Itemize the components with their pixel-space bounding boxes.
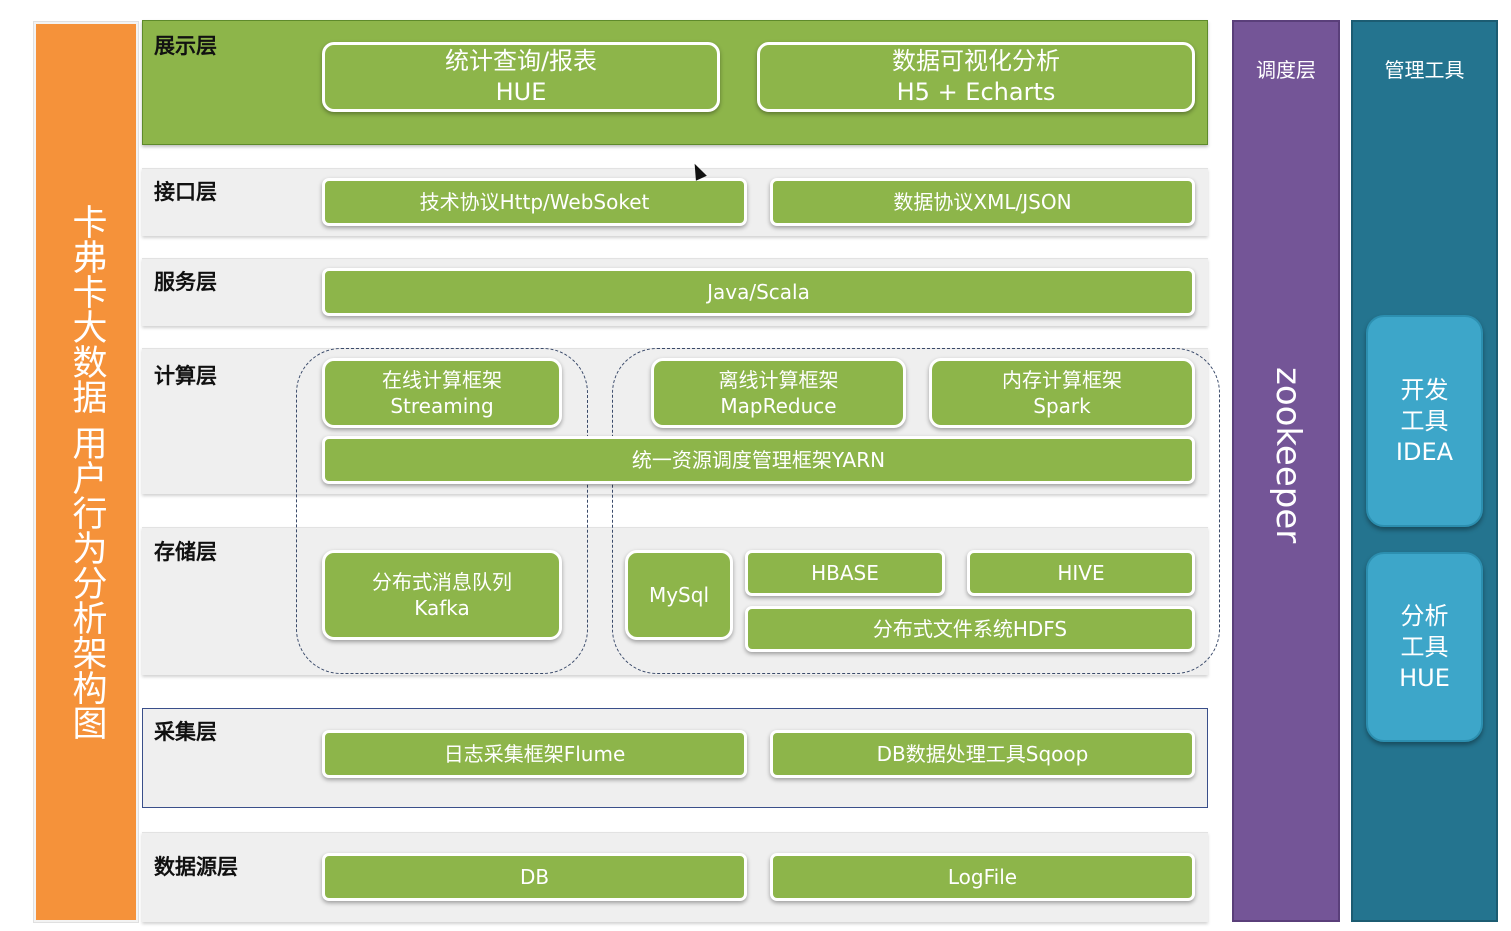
interface-box-data: 数据协议XML/JSON xyxy=(770,178,1195,226)
compute-box-mapreduce-title: 离线计算框架 xyxy=(718,368,839,392)
collect-layer-label: 采集层 xyxy=(154,720,217,744)
display-box-report-title: 统计查询/报表 xyxy=(444,47,598,75)
compute-box-mapreduce: 离线计算框架 MapReduce xyxy=(651,358,906,428)
interface-layer-label: 接口层 xyxy=(154,180,217,204)
tool-box-idea: 开发 工具 IDEA xyxy=(1366,315,1483,527)
tool-box-idea-line2: 工具 xyxy=(1400,406,1449,435)
compute-box-yarn: 统一资源调度管理框架YARN xyxy=(322,436,1195,484)
architecture-title: 卡弗卡大数据 用户行为分析架构图 xyxy=(66,203,107,741)
compute-layer-label: 计算层 xyxy=(154,364,217,388)
compute-box-spark-sub: Spark xyxy=(1033,394,1091,418)
tool-box-hue-line1: 分析 xyxy=(1400,601,1449,630)
interface-box-tech: 技术协议Http/WebSoket xyxy=(322,178,747,226)
tool-box-idea-line3: IDEA xyxy=(1395,437,1454,466)
management-title: 管理工具 xyxy=(1384,58,1465,82)
service-layer-label: 服务层 xyxy=(154,270,217,294)
scheduler-column: 调度层 zookeeper xyxy=(1232,20,1340,922)
compute-box-spark: 内存计算框架 Spark xyxy=(929,358,1195,428)
scheduler-title: 调度层 xyxy=(1256,58,1316,82)
source-box-db: DB xyxy=(322,853,747,901)
display-box-report-sub: HUE xyxy=(495,78,547,106)
storage-box-mysql: MySql xyxy=(625,550,733,640)
compute-box-streaming-sub: Streaming xyxy=(390,394,494,418)
compute-box-mapreduce-sub: MapReduce xyxy=(720,394,837,418)
collect-box-flume: 日志采集框架Flume xyxy=(322,730,747,778)
display-box-visual-sub: H5 + Echarts xyxy=(896,78,1056,106)
storage-box-kafka: 分布式消息队列 Kafka xyxy=(322,550,562,640)
compute-box-streaming-title: 在线计算框架 xyxy=(382,368,502,392)
tool-box-idea-line1: 开发 xyxy=(1400,375,1449,404)
storage-box-hdfs: 分布式文件系统HDFS xyxy=(745,606,1195,652)
tool-box-hue-line2: 工具 xyxy=(1400,632,1449,661)
source-layer-label: 数据源层 xyxy=(154,855,238,879)
architecture-title-panel: 卡弗卡大数据 用户行为分析架构图 xyxy=(34,22,138,922)
compute-box-spark-title: 内存计算框架 xyxy=(1002,368,1122,392)
source-box-logfile: LogFile xyxy=(770,853,1195,901)
display-layer-label: 展示层 xyxy=(154,34,217,58)
tool-box-hue-line3: HUE xyxy=(1399,663,1450,692)
display-box-visual-title: 数据可视化分析 xyxy=(892,47,1060,75)
storage-layer-label: 存储层 xyxy=(154,540,217,564)
storage-box-kafka-sub: Kafka xyxy=(414,596,470,620)
display-box-visual: 数据可视化分析 H5 + Echarts xyxy=(757,42,1195,112)
storage-box-hbase: HBASE xyxy=(745,550,945,596)
display-box-report: 统计查询/报表 HUE xyxy=(322,42,720,112)
service-box: Java/Scala xyxy=(322,268,1195,316)
collect-box-sqoop: DB数据处理工具Sqoop xyxy=(770,730,1195,778)
tool-box-hue: 分析 工具 HUE xyxy=(1366,552,1483,742)
storage-box-kafka-title: 分布式消息队列 xyxy=(372,570,512,594)
zookeeper-label: zookeeper xyxy=(1268,367,1308,544)
compute-box-streaming: 在线计算框架 Streaming xyxy=(322,358,562,428)
storage-box-hive: HIVE xyxy=(967,550,1195,596)
